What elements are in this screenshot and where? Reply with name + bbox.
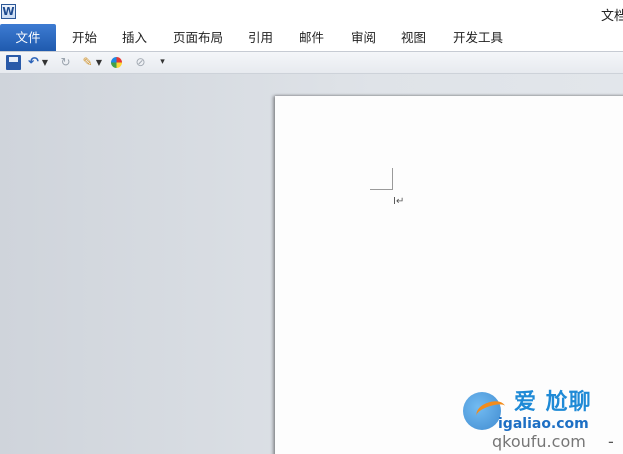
watermark-dash: - [608, 432, 614, 451]
tab-view[interactable]: 视图 [401, 24, 426, 51]
tab-insert[interactable]: 插入 [122, 24, 147, 51]
save-icon[interactable] [6, 55, 21, 70]
watermark-sub: qkoufu.com [492, 432, 586, 451]
strikethrough-icon[interactable]: ⊘ [133, 55, 148, 70]
watermark-site: igaliao.com [498, 416, 589, 432]
customize-toolbar-icon[interactable]: ▾ [155, 55, 170, 70]
word-window: W 文档 文件 开始 插入 页面布局 引用 邮件 审阅 视图 开发工具 ↶ ▼ … [0, 0, 623, 454]
watermark-brand: 爱 尬聊 [514, 390, 592, 415]
quick-access-toolbar: ↶ ▼ ↻ ✎ ▼ ⊘ ▾ [0, 52, 623, 74]
tab-references[interactable]: 引用 [248, 24, 273, 51]
tab-review[interactable]: 审阅 [351, 24, 376, 51]
title-bar: W 文档 [0, 0, 623, 24]
format-dropdown-icon[interactable]: ▼ [95, 55, 103, 70]
undo-dropdown-icon[interactable]: ▼ [41, 55, 49, 70]
ribbon-tab-bar: 文件 开始 插入 页面布局 引用 邮件 审阅 视图 开发工具 [0, 24, 623, 52]
format-painter-icon[interactable]: ✎ [80, 55, 95, 70]
tab-mailings[interactable]: 邮件 [299, 24, 324, 51]
watermark: 爱 尬聊 igaliao.com qkoufu.com - [462, 380, 623, 454]
color-wheel-icon[interactable] [111, 57, 122, 68]
undo-icon[interactable]: ↶ [26, 55, 41, 70]
tab-page-layout[interactable]: 页面布局 [173, 24, 223, 51]
document-title: 文档 [601, 9, 623, 24]
tab-home[interactable]: 开始 [72, 24, 97, 51]
paragraph-mark: I↵ [393, 196, 405, 207]
tab-developer[interactable]: 开发工具 [453, 24, 503, 51]
redo-icon[interactable]: ↻ [58, 55, 73, 70]
word-icon[interactable]: W [1, 4, 16, 19]
tab-file[interactable]: 文件 [0, 24, 56, 51]
margin-corner-mark [370, 168, 393, 190]
